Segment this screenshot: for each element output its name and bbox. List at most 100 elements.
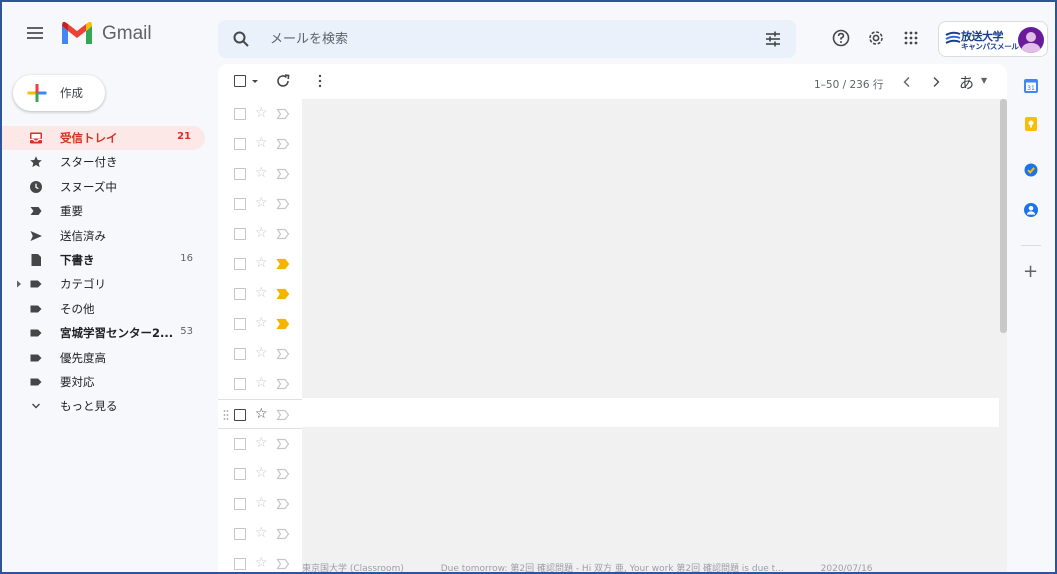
search-bar[interactable]	[218, 20, 796, 58]
gmail-logo-icon[interactable]	[60, 20, 94, 46]
settings-gear-icon[interactable]	[866, 28, 886, 48]
sidebar-item[interactable]: 要対応	[2, 370, 205, 394]
calendar-icon[interactable]: 31	[1023, 78, 1039, 94]
row-checkbox[interactable]	[234, 378, 246, 390]
side-panel-divider	[1021, 245, 1041, 246]
importance-marker-icon[interactable]	[276, 287, 290, 301]
star-toggle-icon[interactable]: ☆	[255, 105, 268, 121]
select-all-checkbox[interactable]	[234, 75, 246, 87]
sidebar-item[interactable]: 宮城学習センター2... 53	[2, 321, 205, 345]
expand-caret-icon[interactable]	[16, 280, 22, 288]
row-checkbox[interactable]	[234, 288, 246, 300]
row-checkbox[interactable]	[234, 528, 246, 540]
apps-grid-icon[interactable]	[901, 28, 921, 48]
next-page-icon[interactable]	[931, 76, 941, 88]
search-input[interactable]	[270, 28, 750, 50]
row-checkbox[interactable]	[234, 438, 246, 450]
importance-marker-icon[interactable]	[276, 527, 290, 541]
row-checkbox[interactable]	[234, 228, 246, 240]
star-toggle-icon[interactable]: ☆	[255, 465, 268, 481]
sidebar-item-label: スヌーズ中	[60, 179, 117, 194]
organization-logo: 放送大学 キャンパスメール	[945, 28, 1019, 52]
row-checkbox[interactable]	[234, 409, 246, 421]
star-toggle-icon[interactable]: ☆	[255, 315, 268, 331]
star-toggle-icon[interactable]: ☆	[255, 225, 268, 241]
sidebar-item[interactable]: 重要	[2, 199, 205, 223]
row-checkbox[interactable]	[234, 198, 246, 210]
star-toggle-icon[interactable]: ☆	[255, 255, 268, 271]
search-options-icon[interactable]	[764, 30, 782, 48]
contacts-icon[interactable]	[1023, 202, 1039, 218]
row-checkbox[interactable]	[234, 318, 246, 330]
row-checkbox[interactable]	[234, 258, 246, 270]
importance-marker-icon[interactable]	[276, 437, 290, 451]
hovered-row-content[interactable]	[302, 398, 1000, 427]
row-checkbox[interactable]	[234, 558, 246, 570]
importance-marker-icon[interactable]	[276, 167, 290, 181]
star-toggle-icon[interactable]: ☆	[255, 435, 268, 451]
row-checkbox[interactable]	[234, 498, 246, 510]
row-checkbox[interactable]	[234, 468, 246, 480]
importance-marker-icon[interactable]	[276, 317, 290, 331]
svg-text:31: 31	[1027, 85, 1035, 92]
help-icon[interactable]	[831, 28, 851, 48]
star-toggle-icon[interactable]: ☆	[255, 285, 268, 301]
partial-bottom-row[interactable]: 東京国大学 (Classroom) Due tomorrow: 第2回 確認問題…	[302, 561, 1000, 572]
row-checkbox[interactable]	[234, 108, 246, 120]
drag-handle-icon[interactable]	[223, 409, 229, 421]
sidebar-item[interactable]: その他	[2, 297, 205, 321]
keep-icon[interactable]	[1023, 116, 1039, 132]
label-icon	[29, 277, 43, 291]
row-checkbox[interactable]	[234, 138, 246, 150]
importance-marker-icon[interactable]	[276, 197, 290, 211]
sidebar-item[interactable]: 下書き 16	[2, 248, 205, 272]
star-toggle-icon[interactable]: ☆	[255, 555, 268, 571]
importance-marker-icon[interactable]	[276, 137, 290, 151]
sidebar-item[interactable]: 送信済み	[2, 224, 205, 248]
user-avatar[interactable]	[1018, 27, 1044, 53]
star-toggle-icon[interactable]: ☆	[255, 375, 268, 391]
importance-marker-icon[interactable]	[276, 257, 290, 271]
star-toggle-icon[interactable]: ☆	[255, 495, 268, 511]
star-toggle-icon[interactable]: ☆	[255, 525, 268, 541]
sidebar-item-label: 受信トレイ	[60, 131, 118, 145]
importance-marker-icon[interactable]	[276, 467, 290, 481]
org-subtitle: キャンパスメール	[961, 42, 1019, 51]
star-toggle-icon[interactable]: ☆	[255, 165, 268, 181]
importance-marker-icon[interactable]	[276, 408, 290, 422]
star-toggle-icon[interactable]: ☆	[255, 406, 268, 422]
star-toggle-icon[interactable]: ☆	[255, 195, 268, 211]
sidebar-item[interactable]: 優先度高	[2, 346, 205, 370]
star-toggle-icon[interactable]: ☆	[255, 345, 268, 361]
previous-page-icon[interactable]	[902, 76, 912, 88]
more-options-icon[interactable]	[317, 73, 323, 89]
list-scrollbar[interactable]	[999, 99, 1007, 572]
select-dropdown-icon[interactable]	[251, 79, 259, 85]
clock-icon	[29, 180, 43, 194]
scrollbar-thumb[interactable]	[1000, 99, 1007, 333]
main-menu-button[interactable]	[24, 24, 46, 42]
sidebar-item[interactable]: スヌーズ中	[2, 175, 205, 199]
input-tools-button[interactable]: あ	[959, 72, 974, 93]
importance-marker-icon[interactable]	[276, 497, 290, 511]
importance-marker-icon[interactable]	[276, 377, 290, 391]
tasks-icon[interactable]	[1023, 162, 1039, 178]
get-addons-plus-icon[interactable]: +	[1023, 261, 1038, 282]
search-icon[interactable]	[232, 30, 250, 48]
importance-marker-icon[interactable]	[276, 107, 290, 121]
importance-marker-icon[interactable]	[276, 347, 290, 361]
input-tools-dropdown-icon[interactable]: ▼	[981, 76, 987, 85]
sidebar-item[interactable]: 受信トレイ 21	[2, 126, 205, 151]
importance-marker-icon[interactable]	[276, 227, 290, 241]
row-checkbox[interactable]	[234, 168, 246, 180]
sidebar-item[interactable]: スター付き	[2, 150, 205, 174]
sidebar-item[interactable]: カテゴリ	[2, 272, 205, 296]
top-header: Gmail メールを検索 放送大学 キャンパスメール	[2, 2, 1055, 64]
account-switcher[interactable]: 放送大学 キャンパスメール	[938, 21, 1048, 57]
row-checkbox[interactable]	[234, 348, 246, 360]
star-toggle-icon[interactable]: ☆	[255, 135, 268, 151]
importance-marker-icon[interactable]	[276, 557, 290, 571]
refresh-icon[interactable]	[275, 73, 291, 89]
sidebar-item[interactable]: もっと見る	[2, 394, 205, 418]
compose-button[interactable]: 作成	[13, 75, 105, 111]
